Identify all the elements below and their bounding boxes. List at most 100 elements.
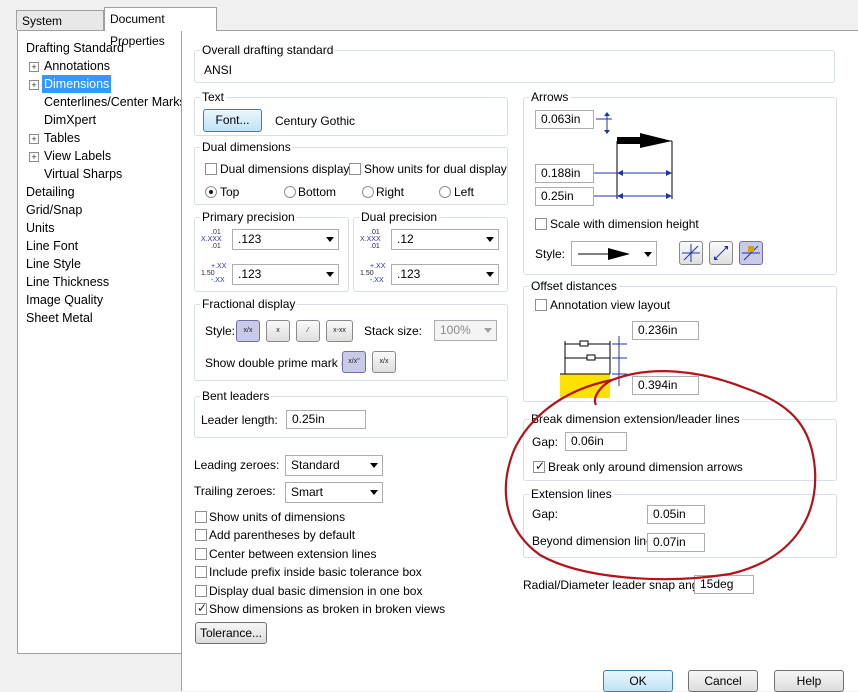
dual-dimensions-title: Dual dimensions (200, 140, 293, 154)
offset-distance-input-2[interactable]: 0.394in (632, 376, 699, 395)
category-tree (17, 30, 183, 654)
arrow-length-input[interactable]: 0.25in (535, 187, 594, 206)
radial-snap-angle-input[interactable]: 15deg (694, 575, 754, 594)
trailing-zeroes-dropdown[interactable]: Smart (285, 482, 383, 503)
tree-item-view-labels[interactable]: View Labels (44, 147, 111, 165)
radio-right-label: Right (376, 185, 405, 199)
tree-item-annotations[interactable]: Annotations (44, 57, 110, 75)
double-prime-on-icon[interactable]: x/x" (342, 351, 366, 373)
tree-item-detailing[interactable]: Detailing (26, 183, 75, 201)
primary-precision-title: Primary precision (200, 210, 297, 224)
tree-item-dimensions[interactable]: Dimensions (42, 75, 112, 93)
show-units-dual-checkbox[interactable] (349, 163, 361, 175)
tree-item-line-thickness[interactable]: Line Thickness (26, 273, 109, 291)
break-lines-title: Break dimension extension/leader lines (529, 412, 742, 426)
arrow-height-input[interactable]: 0.188in (535, 164, 594, 183)
option-checkbox[interactable] (195, 547, 207, 560)
dual-precision-dropdown[interactable]: .12 (391, 229, 499, 250)
tree-expander-icon[interactable]: + (29, 134, 39, 144)
option-checkbox-label: Show dimensions as broken in broken view… (209, 602, 446, 616)
tree-item-centerlines-center-marks[interactable]: Centerlines/Center Marks (44, 93, 186, 111)
show-units-dual-label: Show units for dual display (364, 162, 507, 176)
extension-gap-input[interactable]: 0.05in (647, 505, 705, 524)
radio-bottom-label: Bottom (298, 185, 337, 199)
leader-length-label: Leader length: (201, 413, 278, 427)
tolerance-precision-icon: +.XX 1.50 -.XX (201, 263, 227, 284)
break-gap-label: Gap: (532, 435, 559, 449)
fraction-style-label: Style: (205, 324, 236, 338)
leading-zeroes-dropdown[interactable]: Standard (285, 455, 383, 476)
scale-with-height-checkbox[interactable] (535, 218, 547, 230)
beyond-dimension-label: Beyond dimension line: (532, 534, 657, 548)
tree-item-line-style[interactable]: Line Style (26, 255, 81, 273)
font-name: Century Gothic (275, 114, 356, 128)
tree-item-virtual-sharps[interactable]: Virtual Sharps (44, 165, 122, 183)
tree-item-grid-snap[interactable]: Grid/Snap (26, 201, 82, 219)
tab-document-properties[interactable]: Document Properties (104, 7, 217, 48)
radio-top[interactable] (205, 186, 217, 198)
fraction-style-inline-icon[interactable]: x/x (236, 320, 260, 342)
font-button[interactable]: Font... (203, 109, 262, 132)
tree-item-dimxpert[interactable]: DimXpert (44, 111, 96, 129)
arrow-style-dropdown[interactable] (571, 241, 657, 266)
arrow-style-label: Style: (535, 247, 566, 261)
arrows-smart-icon[interactable] (739, 241, 763, 265)
arrows-inside-icon[interactable] (709, 241, 733, 265)
cancel-button[interactable]: Cancel (688, 670, 758, 692)
radio-left[interactable] (439, 186, 451, 198)
annotation-view-layout-label: Annotation view layout (550, 298, 671, 312)
tree-expander-icon[interactable]: + (29, 80, 39, 90)
fraction-style-dash-icon[interactable]: x-xx (326, 320, 353, 342)
option-checkbox[interactable] (195, 601, 207, 615)
option-checkbox-label: Include prefix inside basic tolerance bo… (209, 565, 422, 580)
primary-precision-dropdown[interactable]: .123 (232, 229, 339, 250)
tree-item-line-font[interactable]: Line Font (26, 237, 78, 255)
leader-length-input[interactable]: 0.25in (286, 410, 366, 429)
fraction-style-stacked-icon[interactable]: x (266, 320, 290, 342)
option-checkbox[interactable] (195, 511, 207, 523)
radio-right[interactable] (362, 186, 374, 198)
tab-system-options[interactable]: System Options (16, 10, 104, 48)
leading-zeroes-label: Leading zeroes: (194, 458, 280, 472)
tree-item-sheet-metal[interactable]: Sheet Metal (26, 309, 93, 327)
break-only-arrows-label: Break only around dimension arrows (548, 460, 743, 474)
dual-precision-title: Dual precision (359, 210, 440, 224)
double-prime-off-icon[interactable]: x/x (372, 351, 396, 373)
dual-display-label: Dual dimensions display (220, 162, 350, 176)
option-checkbox[interactable] (195, 566, 207, 579)
arrow-size-input[interactable]: 0.063in (535, 110, 594, 129)
tolerance-button[interactable]: Tolerance... (195, 622, 267, 644)
stack-size-dropdown[interactable]: 100% (434, 320, 497, 341)
radio-bottom[interactable] (284, 186, 296, 198)
offset-distance-input-1[interactable]: 0.236in (632, 321, 699, 340)
stack-size-label: Stack size: (364, 324, 423, 338)
break-gap-input[interactable]: 0.06in (565, 432, 627, 451)
tree-item-tables[interactable]: Tables (44, 129, 80, 147)
option-checkbox[interactable] (195, 529, 207, 542)
tree-item-units[interactable]: Units (26, 219, 54, 237)
arrow-style-icon (578, 248, 630, 260)
precision-value-icon: .01 X.XXX .01 (201, 229, 222, 250)
primary-tolerance-precision-dropdown[interactable]: .123 (232, 264, 339, 285)
beyond-dimension-input[interactable]: 0.07in (647, 533, 705, 552)
dual-display-checkbox[interactable] (205, 163, 217, 175)
fractional-display-title: Fractional display (200, 297, 298, 311)
tree-item-image-quality[interactable]: Image Quality (26, 291, 103, 309)
option-checkbox-label: Show units of dimensions (209, 510, 346, 524)
option-checkbox[interactable] (195, 584, 207, 597)
break-only-arrows-checkbox[interactable] (533, 459, 545, 473)
help-button[interactable]: Help (774, 670, 844, 692)
bent-leaders-title: Bent leaders (200, 389, 272, 403)
radial-snap-angle-label: Radial/Diameter leader snap angle: (523, 578, 712, 592)
dual-tolerance-precision-dropdown[interactable]: .123 (391, 264, 499, 285)
tree-expander-icon[interactable]: + (29, 62, 39, 72)
extension-gap-label: Gap: (532, 507, 559, 521)
text-title: Text (200, 90, 227, 104)
arrows-outside-icon[interactable] (679, 241, 703, 265)
offset-diagram (560, 336, 627, 398)
annotation-view-layout-checkbox[interactable] (535, 299, 547, 311)
scale-with-height-label: Scale with dimension height (550, 217, 699, 231)
fraction-style-diagonal-icon[interactable]: ⁄ (296, 320, 320, 342)
ok-button[interactable]: OK (603, 670, 673, 692)
tree-expander-icon[interactable]: + (29, 152, 39, 162)
